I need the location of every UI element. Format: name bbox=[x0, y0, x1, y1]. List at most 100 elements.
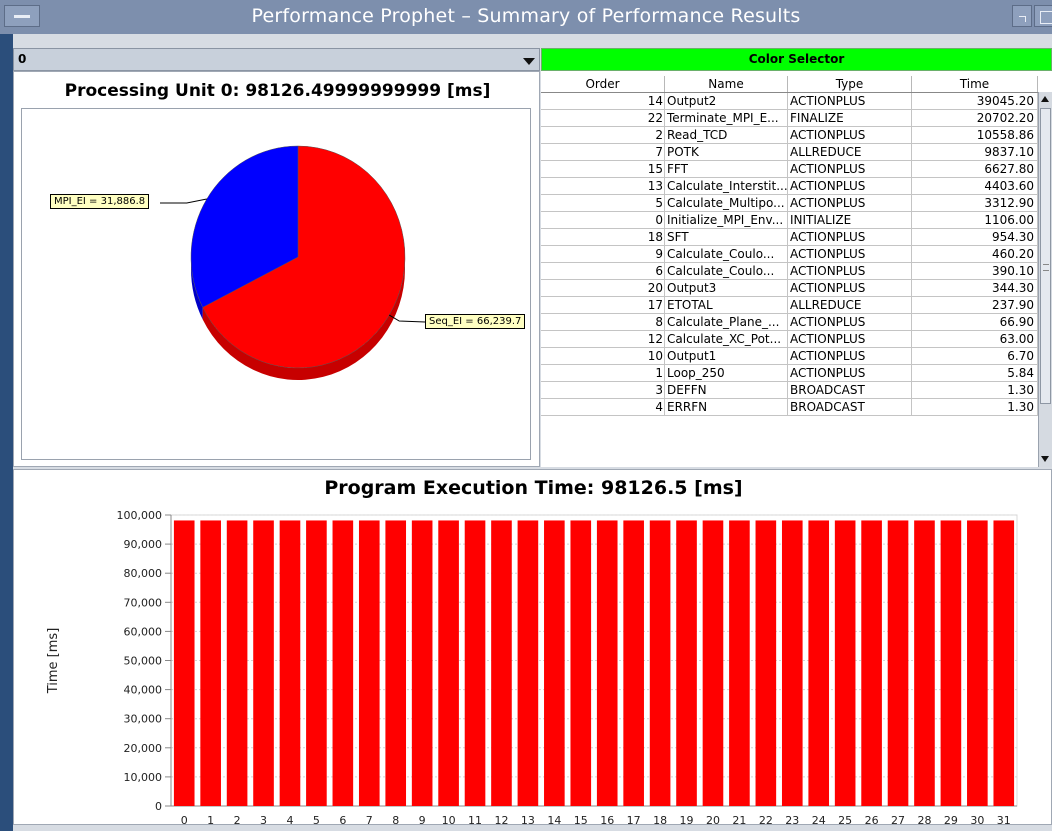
table-row[interactable]: 14 Output2 ACTIONPLUS 39045.20 bbox=[541, 93, 1038, 110]
cell-name: Read_TCD bbox=[665, 127, 788, 143]
x-tick-label: 26 bbox=[865, 814, 879, 824]
column-header-time[interactable]: Time bbox=[912, 76, 1038, 92]
bar[interactable] bbox=[358, 520, 380, 806]
bar[interactable] bbox=[226, 520, 248, 806]
bar[interactable] bbox=[173, 520, 195, 806]
bar[interactable] bbox=[676, 520, 697, 806]
bar[interactable] bbox=[438, 520, 459, 806]
x-tick-label: 0 bbox=[181, 814, 188, 824]
title-bar[interactable]: Performance Prophet – Summary of Perform… bbox=[0, 0, 1052, 35]
cell-type: ACTIONPLUS bbox=[788, 246, 912, 262]
table-row[interactable]: 10 Output1 ACTIONPLUS 6.70 bbox=[541, 348, 1038, 365]
table-row[interactable]: 20 Output3 ACTIONPLUS 344.30 bbox=[541, 280, 1038, 297]
scroll-down-icon[interactable] bbox=[1041, 456, 1049, 462]
minimize-button[interactable] bbox=[1012, 5, 1032, 27]
x-tick-label: 5 bbox=[313, 814, 320, 824]
bar[interactable] bbox=[385, 520, 407, 806]
cell-order: 15 bbox=[541, 161, 665, 177]
cell-order: 1 bbox=[541, 365, 665, 381]
bar[interactable] bbox=[729, 520, 750, 806]
bar[interactable] bbox=[491, 520, 512, 806]
bar[interactable] bbox=[834, 520, 856, 806]
bar[interactable] bbox=[464, 520, 486, 806]
bar[interactable] bbox=[887, 520, 909, 806]
table-row[interactable]: 5 Calculate_Multipo... ACTIONPLUS 3312.90 bbox=[541, 195, 1038, 212]
bar[interactable] bbox=[596, 520, 618, 806]
table-row[interactable]: 18 SFT ACTIONPLUS 954.30 bbox=[541, 229, 1038, 246]
bar[interactable] bbox=[861, 520, 882, 806]
bar[interactable] bbox=[332, 520, 354, 806]
x-tick-label: 22 bbox=[759, 814, 773, 824]
pie-chart-panel: Processing Unit 0: 98126.49999999999 [ms… bbox=[13, 71, 540, 467]
bar[interactable] bbox=[781, 520, 803, 806]
x-tick-label: 8 bbox=[392, 814, 399, 824]
column-header-name[interactable]: Name bbox=[665, 76, 788, 92]
cell-order: 13 bbox=[541, 178, 665, 194]
table-row[interactable]: 0 Initialize_MPI_Env... INITIALIZE 1106.00 bbox=[541, 212, 1038, 229]
x-tick-label: 3 bbox=[260, 814, 267, 824]
bar[interactable] bbox=[808, 520, 830, 806]
x-tick-label: 4 bbox=[286, 814, 293, 824]
table-row[interactable]: 8 Calculate_Plane_... ACTIONPLUS 66.90 bbox=[541, 314, 1038, 331]
grip-icon bbox=[1043, 264, 1049, 271]
table-row[interactable]: 15 FFT ACTIONPLUS 6627.80 bbox=[541, 161, 1038, 178]
cell-type: ACTIONPLUS bbox=[788, 314, 912, 330]
table-row[interactable]: 3 DEFFN BROADCAST 1.30 bbox=[541, 382, 1038, 399]
bar[interactable] bbox=[755, 520, 777, 806]
cell-order: 10 bbox=[541, 348, 665, 364]
cell-type: ALLREDUCE bbox=[788, 297, 912, 313]
table-row[interactable]: 7 POTK ALLREDUCE 9837.10 bbox=[541, 144, 1038, 161]
x-tick-label: 15 bbox=[574, 814, 588, 824]
bar[interactable] bbox=[967, 520, 988, 806]
table-scrollbar[interactable] bbox=[1038, 92, 1052, 467]
processing-unit-select-value: 0 bbox=[18, 52, 27, 66]
table-row[interactable]: 2 Read_TCD ACTIONPLUS 10558.86 bbox=[541, 127, 1038, 144]
table-row[interactable]: 4 ERRFN BROADCAST 1.30 bbox=[541, 399, 1038, 416]
bar[interactable] bbox=[279, 520, 301, 806]
bar[interactable] bbox=[940, 520, 962, 806]
maximize-icon bbox=[1040, 11, 1052, 24]
y-tick-label: 0 bbox=[155, 800, 162, 813]
bar[interactable] bbox=[411, 520, 433, 806]
cell-order: 5 bbox=[541, 195, 665, 211]
x-tick-label: 2 bbox=[234, 814, 241, 824]
bar[interactable] bbox=[253, 520, 274, 806]
pie-chart bbox=[160, 145, 426, 380]
table-row[interactable]: 1 Loop_250 ACTIONPLUS 5.84 bbox=[541, 365, 1038, 382]
maximize-button[interactable] bbox=[1034, 5, 1052, 27]
x-tick-label: 28 bbox=[917, 814, 931, 824]
bar[interactable] bbox=[649, 520, 671, 806]
column-header-order[interactable]: Order bbox=[541, 76, 665, 92]
bar[interactable] bbox=[306, 520, 327, 806]
bar[interactable] bbox=[623, 520, 644, 806]
bar[interactable] bbox=[993, 520, 1015, 806]
y-tick-label: 70,000 bbox=[124, 596, 163, 609]
table-row[interactable]: 6 Calculate_Coulo... ACTIONPLUS 390.10 bbox=[541, 263, 1038, 280]
column-header-type[interactable]: Type bbox=[788, 76, 912, 92]
bar[interactable] bbox=[914, 520, 935, 806]
x-tick-label: 18 bbox=[653, 814, 667, 824]
cell-name: Calculate_XC_Pot... bbox=[665, 331, 788, 347]
table-row[interactable]: 12 Calculate_XC_Pot... ACTIONPLUS 63.00 bbox=[541, 331, 1038, 348]
table-row[interactable]: 13 Calculate_Interstit... ACTIONPLUS 4403.6… bbox=[541, 178, 1038, 195]
bar-chart-panel: Program Execution Time: 98126.5 [ms] 0 10… bbox=[13, 469, 1052, 825]
bar[interactable] bbox=[544, 520, 565, 806]
chevron-down-icon[interactable] bbox=[523, 58, 535, 65]
cell-time: 237.90 bbox=[912, 297, 1038, 313]
scrollbar-thumb[interactable] bbox=[1040, 108, 1051, 404]
cell-order: 6 bbox=[541, 263, 665, 279]
scroll-up-icon[interactable] bbox=[1041, 96, 1049, 102]
bar[interactable] bbox=[702, 520, 724, 806]
cell-name: Initialize_MPI_Env... bbox=[665, 212, 788, 228]
processing-unit-select[interactable]: 0 bbox=[13, 48, 540, 71]
bar[interactable] bbox=[570, 520, 592, 806]
bar[interactable] bbox=[200, 520, 221, 806]
color-selector-button[interactable]: Color Selector bbox=[541, 48, 1052, 71]
cell-type: INITIALIZE bbox=[788, 212, 912, 228]
table-row[interactable]: 17 ETOTAL ALLREDUCE 237.90 bbox=[541, 297, 1038, 314]
cell-time: 5.84 bbox=[912, 365, 1038, 381]
cell-time: 344.30 bbox=[912, 280, 1038, 296]
bar[interactable] bbox=[517, 520, 539, 806]
table-row[interactable]: 22 Terminate_MPI_E... FINALIZE 20702.20 bbox=[541, 110, 1038, 127]
table-row[interactable]: 9 Calculate_Coulo... ACTIONPLUS 460.20 bbox=[541, 246, 1038, 263]
